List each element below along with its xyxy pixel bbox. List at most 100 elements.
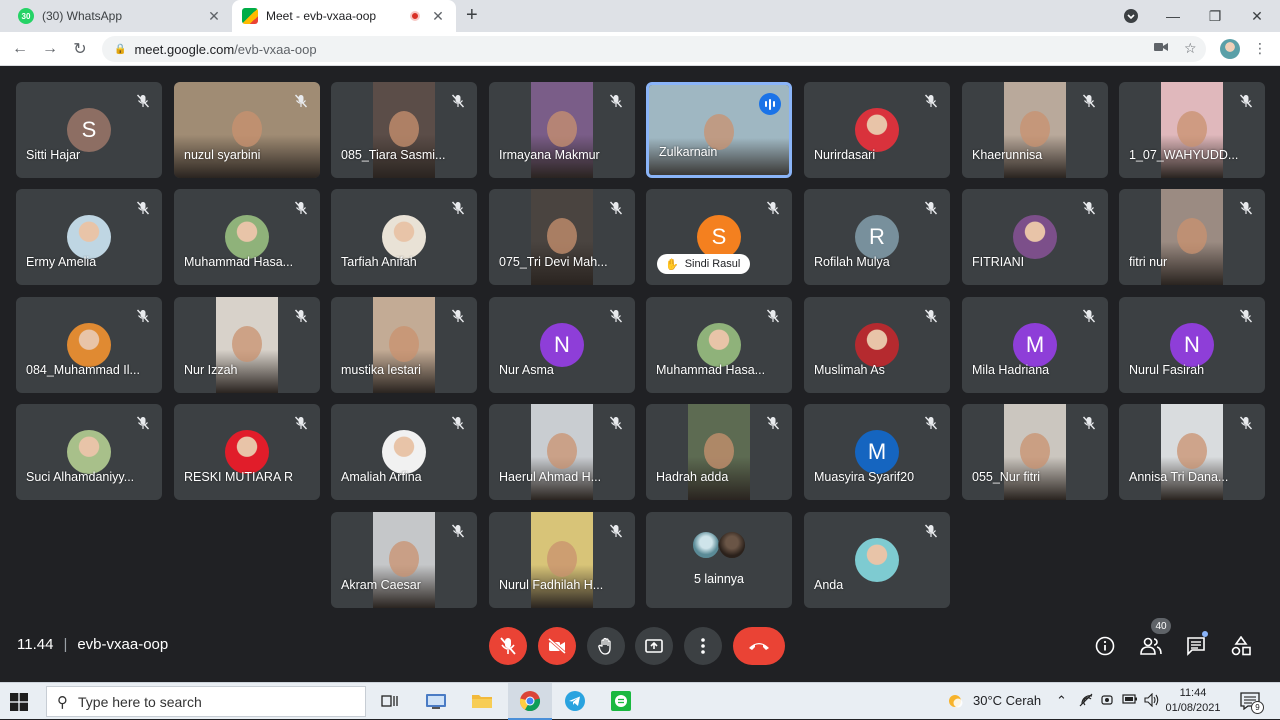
- participant-tile[interactable]: Zulkarnain: [646, 82, 792, 178]
- battery-icon[interactable]: [1122, 693, 1138, 708]
- participant-tile[interactable]: Muhammad Hasa...: [174, 189, 320, 285]
- windows-start-icon[interactable]: [10, 693, 30, 711]
- messaging-app-icon[interactable]: [609, 689, 633, 713]
- participant-tile[interactable]: fitri nur: [1119, 189, 1265, 285]
- activities-button[interactable]: [1227, 632, 1255, 660]
- participant-name: 075_Tri Devi Mah...: [499, 255, 608, 269]
- participant-tile[interactable]: N Nur Asma: [489, 297, 635, 393]
- participant-tile[interactable]: Amaliah Arfina: [331, 404, 477, 500]
- participant-video: [216, 297, 278, 393]
- participant-tile[interactable]: Akram Caesar: [331, 512, 477, 608]
- participant-tile[interactable]: Ermy Amelia: [16, 189, 162, 285]
- camera-toggle-button[interactable]: [538, 627, 576, 665]
- wifi-icon[interactable]: [1079, 693, 1095, 710]
- muted-mic-icon: [924, 201, 938, 215]
- close-icon[interactable]: ✕: [430, 8, 446, 25]
- participant-tile[interactable]: N Nurul Fasirah: [1119, 297, 1265, 393]
- hand-icon: ✋: [665, 258, 679, 271]
- forward-icon[interactable]: →: [38, 38, 62, 60]
- chrome-icon[interactable]: [518, 689, 542, 713]
- maximize-icon[interactable]: ❐: [1194, 0, 1236, 32]
- participant-tile[interactable]: nuzul syarbini: [174, 82, 320, 178]
- close-icon[interactable]: ✕: [206, 8, 222, 25]
- participant-tile[interactable]: S ✋ Sindi Rasul: [646, 189, 792, 285]
- participant-tile[interactable]: FITRIANI: [962, 189, 1108, 285]
- participant-tile[interactable]: 055_Nur fitri: [962, 404, 1108, 500]
- participant-tile[interactable]: Suci Alhamdaniyy...: [16, 404, 162, 500]
- participant-tile[interactable]: Muslimah As: [804, 297, 950, 393]
- participant-tile[interactable]: 085_Tiara Sasmi...: [331, 82, 477, 178]
- leave-call-button[interactable]: [733, 627, 785, 665]
- tab-meet[interactable]: Meet - evb-vxaa-oop ✕: [232, 0, 456, 32]
- participant-count-badge: 40: [1151, 618, 1171, 634]
- participant-name: mustika lestari: [341, 363, 421, 377]
- participant-photo: [382, 430, 426, 474]
- taskbar-clock[interactable]: 11:44 01/08/2021: [1163, 686, 1223, 716]
- raise-hand-button[interactable]: [587, 627, 625, 665]
- meeting-info-button[interactable]: [1091, 632, 1119, 660]
- volume-icon[interactable]: [1144, 692, 1160, 710]
- present-screen-button[interactable]: [635, 627, 673, 665]
- reload-icon[interactable]: ↻: [68, 38, 92, 60]
- muted-mic-icon: [766, 309, 780, 323]
- participant-face: [547, 540, 577, 577]
- camera-privacy-icon[interactable]: [1100, 693, 1114, 710]
- mic-toggle-button[interactable]: [489, 627, 527, 665]
- telegram-icon[interactable]: [563, 689, 587, 713]
- participants-button[interactable]: [1137, 632, 1165, 660]
- participant-video: [531, 404, 593, 500]
- participant-tile[interactable]: Muhammad Hasa...: [646, 297, 792, 393]
- participant-tile[interactable]: S Sitti Hajar: [16, 82, 162, 178]
- muted-mic-icon: [1239, 309, 1253, 323]
- participant-tile[interactable]: Haerul Ahmad H...: [489, 404, 635, 500]
- window-close-icon[interactable]: ✕: [1236, 0, 1278, 32]
- notification-center-icon[interactable]: 9: [1240, 692, 1264, 714]
- chat-unread-dot: [1202, 631, 1208, 637]
- participant-tile[interactable]: Annisa Tri Dana...: [1119, 404, 1265, 500]
- present-icon: [645, 639, 663, 653]
- more-options-button[interactable]: [684, 627, 722, 665]
- url-input[interactable]: 🔒 meet.google.com/evb-vxaa-oop: [102, 36, 1206, 62]
- participant-video: [688, 404, 750, 500]
- participant-tile[interactable]: M Muasyira Syarif20: [804, 404, 950, 500]
- participant-avatar: M: [1013, 323, 1057, 367]
- participant-photo: [718, 531, 746, 559]
- participant-tile[interactable]: RESKI MUTIARA R: [174, 404, 320, 500]
- taskbar-search-input[interactable]: ⚲ Type here to search: [46, 686, 366, 717]
- participant-face: [1177, 110, 1207, 147]
- participant-name: FITRIANI: [972, 255, 1025, 269]
- profile-avatar[interactable]: [1220, 39, 1240, 59]
- chevron-up-icon[interactable]: ⌃: [1056, 693, 1067, 709]
- participant-tile[interactable]: mustika lestari: [331, 297, 477, 393]
- participant-name: Muhammad Hasa...: [184, 255, 294, 269]
- app-icon[interactable]: [424, 689, 448, 713]
- participant-tile[interactable]: 084_Muhammad Il...: [16, 297, 162, 393]
- new-tab-button[interactable]: +: [466, 4, 478, 27]
- participant-tile[interactable]: Khaerunnisa: [962, 82, 1108, 178]
- weather-text[interactable]: 30°C Cerah: [973, 693, 1041, 708]
- participant-tile[interactable]: Nurul Fadhilah H...: [489, 512, 635, 608]
- participant-tile[interactable]: M Mila Hadriana: [962, 297, 1108, 393]
- participant-tile[interactable]: Nurirdasari: [804, 82, 950, 178]
- participant-tile[interactable]: Tarfiah Anifah: [331, 189, 477, 285]
- file-explorer-icon[interactable]: [470, 689, 494, 713]
- participant-tile[interactable]: Irmayana Makmur: [489, 82, 635, 178]
- back-icon[interactable]: ←: [8, 38, 32, 60]
- browser-tab-bar: 30 (30) WhatsApp ✕ Meet - evb-vxaa-oop ✕…: [0, 0, 1280, 32]
- bookmark-star-icon[interactable]: ☆: [1184, 40, 1197, 57]
- participant-tile[interactable]: Anda: [804, 512, 950, 608]
- minimize-icon[interactable]: —: [1152, 0, 1194, 32]
- participant-tile[interactable]: 5 lainnya: [646, 512, 792, 608]
- menu-dots-icon[interactable]: ⋮: [1253, 40, 1267, 57]
- weather-icon[interactable]: [945, 691, 965, 714]
- tab-search-icon[interactable]: [1110, 0, 1152, 32]
- task-view-icon[interactable]: [378, 689, 402, 713]
- participant-tile[interactable]: Nur Izzah: [174, 297, 320, 393]
- participant-tile[interactable]: 075_Tri Devi Mah...: [489, 189, 635, 285]
- participant-tile[interactable]: Hadrah adda: [646, 404, 792, 500]
- participant-tile[interactable]: 1_07_WAHYUDD...: [1119, 82, 1265, 178]
- camera-icon[interactable]: [1154, 40, 1168, 56]
- tab-whatsapp[interactable]: 30 (30) WhatsApp ✕: [8, 0, 232, 32]
- participant-name: Haerul Ahmad H...: [499, 470, 602, 484]
- participant-tile[interactable]: R Rofilah Mulya: [804, 189, 950, 285]
